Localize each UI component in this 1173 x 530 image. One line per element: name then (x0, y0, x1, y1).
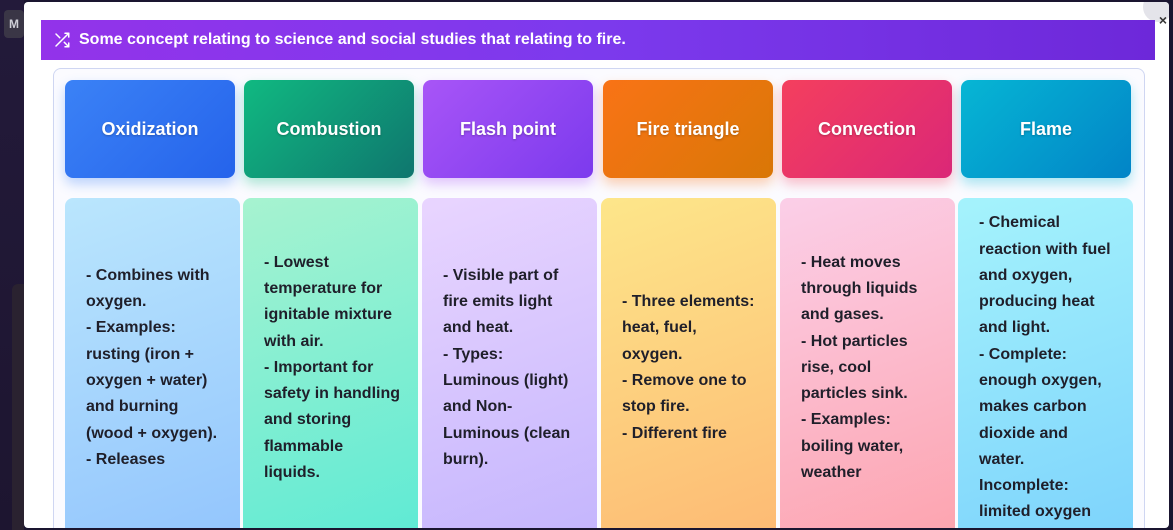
concept-card-fire-triangle[interactable]: Fire triangle (603, 80, 773, 178)
concept-detail-text: - Lowest temperature for ignitable mixtu… (264, 253, 401, 482)
concept-detail-text: - Chemical reaction with fuel and oxygen… (979, 214, 1111, 521)
modal-title: Some concept relating to science and soc… (79, 31, 626, 48)
background-tag: M (4, 10, 24, 38)
concept-card-flash-point[interactable]: Flash point (423, 80, 593, 178)
shuffle-icon (55, 32, 70, 48)
concept-detail-fire-triangle: - Three elements: heat, fuel, oxygen. - … (601, 198, 776, 528)
concept-card-oxidization[interactable]: Oxidization (65, 80, 235, 178)
concept-detail-combustion: - Lowest temperature for ignitable mixtu… (243, 198, 418, 528)
concept-detail-text: - Heat moves through liquids and gases. … (801, 253, 918, 482)
concept-card-flame[interactable]: Flame (961, 80, 1131, 178)
concept-detail-text: - Visible part of fire emits light and h… (443, 266, 571, 468)
concept-detail-oxidization: - Combines with oxygen. - Examples: rust… (65, 198, 240, 528)
close-icon[interactable]: × (1159, 12, 1167, 28)
concept-detail-flame: - Chemical reaction with fuel and oxygen… (958, 198, 1133, 528)
concept-card-combustion[interactable]: Combustion (244, 80, 414, 178)
concept-detail-convection: - Heat moves through liquids and gases. … (780, 198, 955, 528)
concept-detail-text: - Three elements: heat, fuel, oxygen. - … (622, 293, 755, 442)
background-panel-edge (12, 284, 24, 530)
concept-detail-text: - Combines with oxygen. - Examples: rust… (86, 266, 218, 468)
modal-header: Some concept relating to science and soc… (41, 20, 1155, 60)
concept-card-convection[interactable]: Convection (782, 80, 952, 178)
concept-modal: × Some concept relating to science and s… (24, 2, 1169, 528)
concept-detail-flash-point: - Visible part of fire emits light and h… (422, 198, 597, 528)
